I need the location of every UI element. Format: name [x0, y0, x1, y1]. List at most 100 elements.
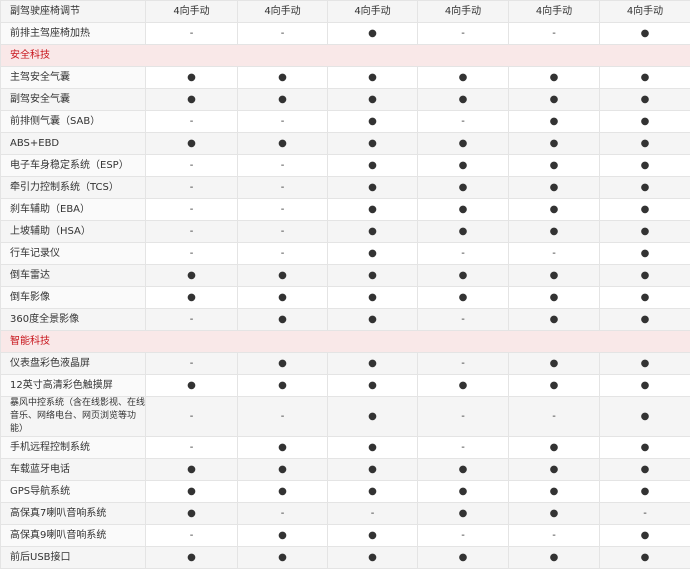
feature-label: 倒车影像 [0, 286, 146, 309]
standard-dot: ● [508, 88, 600, 111]
standard-dot: ● [327, 154, 418, 177]
not-available-dash: - [237, 22, 328, 45]
table-row: 倒车雷达 ● ● ● ● ● ● [0, 264, 690, 287]
feature-label: 高保真9喇叭音响系统 [0, 524, 146, 547]
standard-dot: ● [145, 480, 238, 503]
standard-dot: ● [237, 308, 328, 331]
spec-value: 4向手动 [417, 0, 509, 23]
standard-dot: ● [508, 198, 600, 221]
table-row: 车载蓝牙电话 ● ● ● ● ● ● [0, 458, 690, 481]
not-available-dash: - [417, 396, 509, 437]
table-row: 前排主驾座椅加热 - - ● - - ● [0, 22, 690, 45]
standard-dot: ● [237, 88, 328, 111]
table-row: 仪表盘彩色液晶屏 - ● ● - ● ● [0, 352, 690, 375]
standard-dot: ● [327, 88, 418, 111]
standard-dot: ● [508, 66, 600, 89]
standard-dot: ● [327, 436, 418, 459]
table-row: 刹车辅助（EBA） - - ● ● ● ● [0, 198, 690, 221]
not-available-dash: - [145, 524, 238, 547]
standard-dot: ● [599, 286, 690, 309]
standard-dot: ● [599, 546, 690, 569]
table-row: ABS+EBD ● ● ● ● ● ● [0, 132, 690, 155]
standard-dot: ● [327, 22, 418, 45]
feature-label: 主驾安全气囊 [0, 66, 146, 89]
table-row: 高保真7喇叭音响系统 ● - - ● ● - [0, 502, 690, 525]
not-available-dash: - [145, 198, 238, 221]
not-available-dash: - [237, 176, 328, 199]
not-available-dash: - [599, 502, 690, 525]
standard-dot: ● [508, 546, 600, 569]
feature-label: 12英寸高清彩色触摸屏 [0, 374, 146, 397]
not-available-dash: - [237, 110, 328, 133]
feature-label: 高保真7喇叭音响系统 [0, 502, 146, 525]
not-available-dash: - [145, 242, 238, 265]
spec-table: 副驾驶座椅调节 4向手动 4向手动 4向手动 4向手动 4向手动 4向手动 前排主驾座椅加热 -… [0, 0, 690, 569]
standard-dot: ● [508, 436, 600, 459]
standard-dot: ● [327, 66, 418, 89]
not-available-dash: - [145, 352, 238, 375]
standard-dot: ● [417, 286, 509, 309]
standard-dot: ● [508, 308, 600, 331]
standard-dot: ● [237, 352, 328, 375]
standard-dot: ● [237, 524, 328, 547]
standard-dot: ● [508, 110, 600, 133]
standard-dot: ● [599, 198, 690, 221]
standard-dot: ● [417, 154, 509, 177]
feature-label: 电子车身稳定系统（ESP） [0, 154, 146, 177]
standard-dot: ● [327, 352, 418, 375]
standard-dot: ● [327, 458, 418, 481]
feature-label: 副驾驶座椅调节 [0, 0, 146, 23]
standard-dot: ● [327, 110, 418, 133]
standard-dot: ● [417, 480, 509, 503]
standard-dot: ● [508, 220, 600, 243]
standard-dot: ● [237, 480, 328, 503]
not-available-dash: - [145, 220, 238, 243]
standard-dot: ● [417, 502, 509, 525]
standard-dot: ● [327, 242, 418, 265]
standard-dot: ● [508, 132, 600, 155]
standard-dot: ● [145, 458, 238, 481]
standard-dot: ● [327, 198, 418, 221]
not-available-dash: - [508, 396, 600, 437]
standard-dot: ● [417, 220, 509, 243]
table-row: 倒车影像 ● ● ● ● ● ● [0, 286, 690, 309]
feature-label: 刹车辅助（EBA） [0, 198, 146, 221]
table-row: 360度全景影像 - ● ● - ● ● [0, 308, 690, 331]
feature-label: 仪表盘彩色液晶屏 [0, 352, 146, 375]
not-available-dash: - [417, 308, 509, 331]
standard-dot: ● [327, 308, 418, 331]
feature-label: 牵引力控制系统（TCS） [0, 176, 146, 199]
feature-label: 前排侧气囊（SAB） [0, 110, 146, 133]
table-row: 牵引力控制系统（TCS） - - ● ● ● ● [0, 176, 690, 199]
not-available-dash: - [237, 154, 328, 177]
feature-label: GPS导航系统 [0, 480, 146, 503]
not-available-dash: - [145, 308, 238, 331]
standard-dot: ● [417, 546, 509, 569]
section-title: 智能科技 [0, 330, 690, 353]
standard-dot: ● [327, 264, 418, 287]
standard-dot: ● [327, 132, 418, 155]
spec-value: 4向手动 [145, 0, 238, 23]
table-row: 手机远程控制系统 - ● ● - ● ● [0, 436, 690, 459]
not-available-dash: - [508, 242, 600, 265]
standard-dot: ● [417, 132, 509, 155]
standard-dot: ● [327, 396, 418, 437]
feature-label: 行车记录仪 [0, 242, 146, 265]
standard-dot: ● [417, 176, 509, 199]
standard-dot: ● [599, 242, 690, 265]
standard-dot: ● [237, 436, 328, 459]
feature-label: 前排主驾座椅加热 [0, 22, 146, 45]
standard-dot: ● [417, 198, 509, 221]
feature-label: 副驾安全气囊 [0, 88, 146, 111]
standard-dot: ● [508, 480, 600, 503]
table-row: 行车记录仪 - - ● - - ● [0, 242, 690, 265]
standard-dot: ● [599, 524, 690, 547]
feature-label: 前后USB接口 [0, 546, 146, 569]
table-row: 上坡辅助（HSA） - - ● ● ● ● [0, 220, 690, 243]
standard-dot: ● [508, 352, 600, 375]
section-header: 智能科技 [0, 330, 690, 353]
spec-table-body: 副驾驶座椅调节 4向手动 4向手动 4向手动 4向手动 4向手动 4向手动 前排主驾座椅加热 -… [0, 0, 690, 569]
standard-dot: ● [237, 374, 328, 397]
not-available-dash: - [327, 502, 418, 525]
standard-dot: ● [508, 264, 600, 287]
